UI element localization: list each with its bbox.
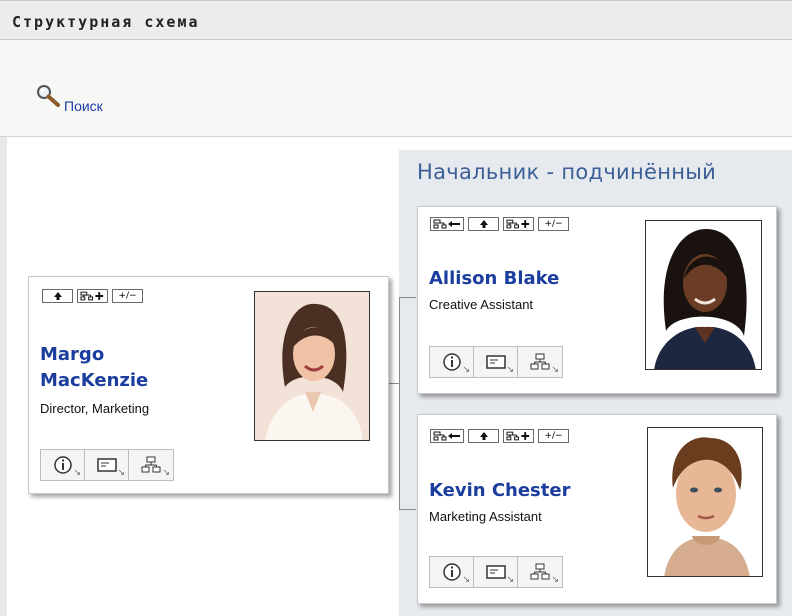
report-name[interactable]: Kevin Chester (429, 479, 570, 503)
left-gutter (0, 137, 7, 616)
search-link[interactable]: Поиск (36, 84, 103, 114)
dropdown-arrow-icon: ↘ (551, 364, 559, 374)
dropdown-arrow-icon: ↘ (462, 364, 470, 374)
connector-line (399, 509, 416, 510)
info-button[interactable]: ↘ (41, 450, 85, 480)
panel-title: Начальник - подчинённый (417, 160, 717, 184)
id-card-icon (485, 565, 506, 579)
manager-first-name[interactable]: Margo (40, 343, 104, 367)
up-arrow-icon (479, 220, 488, 228)
dropdown-arrow-icon: ↘ (506, 574, 514, 584)
dropdown-arrow-icon: ↘ (117, 467, 125, 477)
org-chart-icon (530, 563, 550, 580)
org-chart-icon (530, 353, 550, 370)
org-chart-button[interactable]: ↘ (518, 347, 562, 377)
manager-photo (254, 291, 370, 441)
org-chart-icon (141, 456, 161, 473)
report-card: +/− Kevin Chester Marketing Assistant ↘ … (417, 414, 777, 604)
show-manager-button[interactable] (42, 289, 73, 303)
dropdown-arrow-icon: ↘ (162, 467, 170, 477)
manager-card: +/− Margo MacKenzie Director, Marketing … (28, 276, 389, 494)
search-label: Поиск (64, 98, 103, 114)
report-actions: ↘ ↘ ↘ (429, 346, 563, 378)
toggle-button[interactable]: +/− (112, 289, 143, 303)
org-back-icon (433, 219, 460, 229)
back-to-manager-button[interactable] (430, 429, 464, 443)
manager-actions: ↘ ↘ ↘ (40, 449, 174, 481)
connector-line (399, 297, 400, 509)
page-title: Структурная схема (12, 13, 200, 31)
id-card-icon (96, 458, 117, 472)
id-card-icon (485, 355, 506, 369)
card-button[interactable]: ↘ (85, 450, 129, 480)
org-expand-icon (80, 291, 104, 301)
card-nav-buttons: +/− (430, 217, 569, 231)
info-button[interactable]: ↘ (430, 557, 474, 587)
search-icon (37, 85, 60, 107)
org-chart-button[interactable]: ↘ (518, 557, 562, 587)
toolbar: Поиск (0, 40, 792, 137)
card-nav-buttons: +/− (430, 429, 569, 443)
report-job-title: Marketing Assistant (429, 509, 542, 524)
info-button[interactable]: ↘ (430, 347, 474, 377)
show-manager-button[interactable] (468, 429, 499, 443)
expand-reports-button[interactable] (503, 429, 534, 443)
up-arrow-icon (479, 432, 488, 440)
report-photo (647, 427, 763, 577)
connector-line (389, 383, 399, 384)
title-bar: Структурная схема (0, 0, 792, 40)
info-icon (53, 456, 72, 474)
dropdown-arrow-icon: ↘ (551, 574, 559, 584)
expand-reports-button[interactable] (77, 289, 108, 303)
card-nav-buttons: +/− (42, 289, 143, 303)
report-photo (645, 220, 762, 370)
info-icon (442, 563, 461, 581)
show-manager-button[interactable] (468, 217, 499, 231)
org-back-icon (433, 431, 460, 441)
info-icon (442, 353, 461, 371)
dropdown-arrow-icon: ↘ (462, 574, 470, 584)
report-card: +/− Allison Blake Creative Assistant ↘ ↘… (417, 206, 777, 394)
card-button[interactable]: ↘ (474, 347, 518, 377)
connector-line (399, 297, 416, 298)
dropdown-arrow-icon: ↘ (73, 467, 81, 477)
toggle-button[interactable]: +/− (538, 429, 569, 443)
report-job-title: Creative Assistant (429, 297, 534, 312)
card-button[interactable]: ↘ (474, 557, 518, 587)
manager-job-title: Director, Marketing (40, 401, 150, 416)
org-chart-button[interactable]: ↘ (129, 450, 173, 480)
toggle-button[interactable]: +/− (538, 217, 569, 231)
report-name[interactable]: Allison Blake (429, 267, 559, 291)
up-arrow-icon (53, 292, 62, 300)
dropdown-arrow-icon: ↘ (506, 364, 514, 374)
manager-last-name[interactable]: MacKenzie (40, 369, 148, 393)
expand-reports-button[interactable] (503, 217, 534, 231)
report-actions: ↘ ↘ ↘ (429, 556, 563, 588)
org-expand-icon (506, 219, 530, 229)
org-expand-icon (506, 431, 530, 441)
back-to-manager-button[interactable] (430, 217, 464, 231)
